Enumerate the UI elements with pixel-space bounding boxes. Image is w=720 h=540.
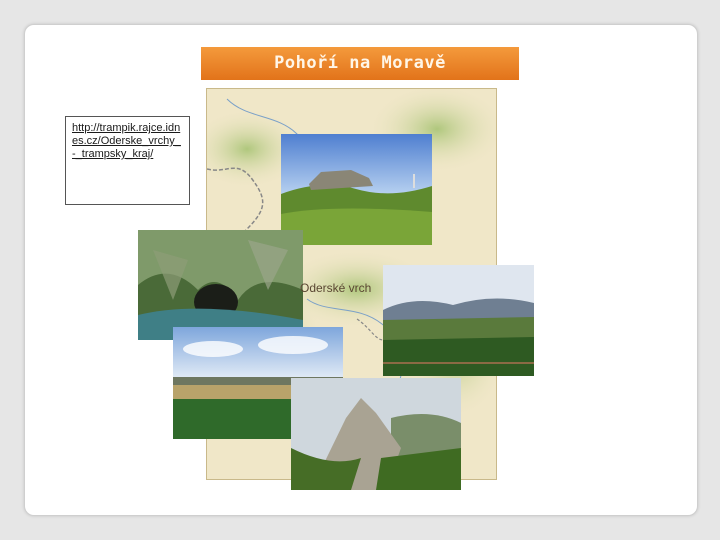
source-link[interactable]: http://trampik.rajce.idnes.cz/Oderske_vr… [72, 122, 183, 161]
slide-title: Pohoří na Moravě [201, 47, 519, 80]
photo-rock-meadow [281, 134, 432, 245]
photo-cave-stream [138, 230, 303, 340]
photo-hills-pasture [383, 265, 534, 376]
photo-rocky-ridge [291, 378, 461, 490]
source-link-box: http://trampik.rajce.idnes.cz/Oderske_vr… [65, 116, 190, 205]
map-region-label: Oderské vrch [300, 281, 372, 295]
